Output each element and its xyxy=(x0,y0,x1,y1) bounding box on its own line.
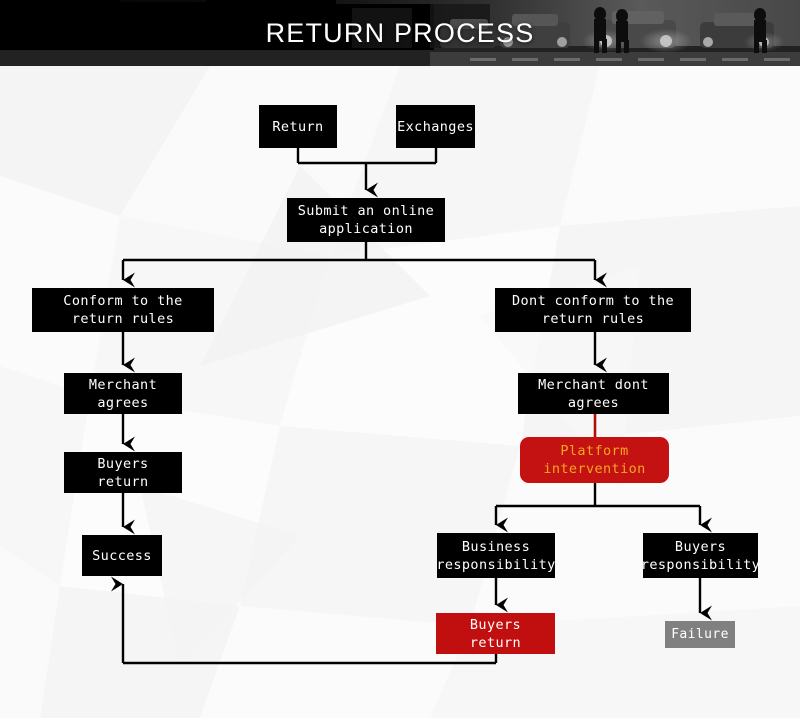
node-failure[interactable]: Failure xyxy=(665,621,735,648)
node-submit-online-application[interactable]: Submit an online application xyxy=(287,198,445,242)
flowchart-page: RETURN PROCESS Return Exchanges Submit a… xyxy=(0,0,800,718)
node-business-responsibility[interactable]: Business responsibility xyxy=(436,533,555,578)
node-conform-to-return-rules[interactable]: Conform to the return rules xyxy=(32,288,214,332)
node-return[interactable]: Return xyxy=(259,105,337,148)
node-buyers-return-left[interactable]: Buyers return xyxy=(64,452,182,493)
node-dont-conform-to-return-rules[interactable]: Dont conform to the return rules xyxy=(495,288,691,332)
page-title: RETURN PROCESS xyxy=(265,17,535,48)
node-buyers-return-bottom[interactable]: Buyers return xyxy=(436,613,555,654)
node-platform-intervention[interactable]: Platform intervention xyxy=(520,437,669,483)
header-banner: RETURN PROCESS xyxy=(0,0,800,66)
node-success[interactable]: Success xyxy=(82,535,162,576)
node-exchanges[interactable]: Exchanges xyxy=(396,105,475,148)
node-merchant-agrees[interactable]: Merchant agrees xyxy=(64,373,182,414)
node-buyers-responsibility[interactable]: Buyers responsibility xyxy=(641,533,760,578)
node-merchant-dont-agrees[interactable]: Merchant dont agrees xyxy=(518,373,669,414)
